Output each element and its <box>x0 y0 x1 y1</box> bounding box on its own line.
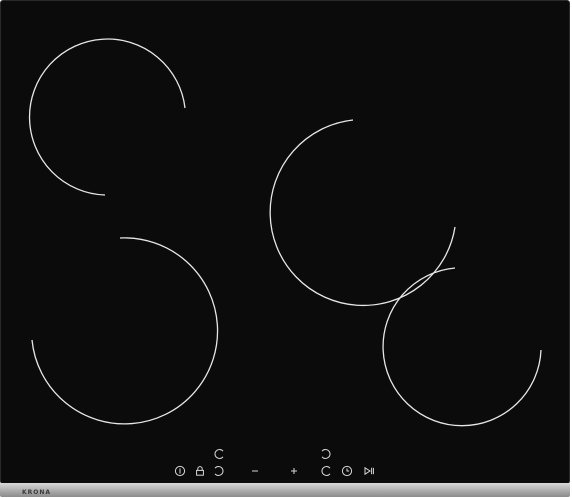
power-icon <box>174 465 186 477</box>
zone-select-button-lower-left[interactable] <box>212 464 226 478</box>
cooking-zone-top-left[interactable] <box>28 38 186 196</box>
zone-select-icon <box>321 449 331 459</box>
steel-frame <box>0 483 570 497</box>
zone-select-icon <box>214 466 224 476</box>
zone-select-button-upper-right[interactable] <box>319 447 333 461</box>
play-pause-button[interactable] <box>362 464 376 478</box>
play-pause-icon <box>364 466 374 476</box>
cooking-zones <box>28 38 542 427</box>
zone-select-button-upper-left[interactable] <box>212 447 226 461</box>
brand-logo: KRONA <box>22 488 52 496</box>
timer-button[interactable] <box>340 464 354 478</box>
cooking-zone-top-right[interactable] <box>269 119 456 307</box>
cooking-zone-bottom-left[interactable] <box>31 237 219 425</box>
minus-icon <box>252 470 258 472</box>
child-lock-button[interactable] <box>193 464 207 478</box>
timer-icon <box>341 465 353 477</box>
plus-icon <box>291 468 297 474</box>
plus-button[interactable] <box>287 464 301 478</box>
zone-select-icon <box>214 449 224 459</box>
cooking-zone-bottom-right[interactable] <box>382 267 542 427</box>
lock-icon <box>196 466 204 476</box>
zone-select-icon <box>321 466 331 476</box>
minus-button[interactable] <box>248 464 262 478</box>
cooktop: KRONA <box>0 0 572 498</box>
power-button[interactable] <box>173 464 187 478</box>
zone-select-button-lower-right[interactable] <box>319 464 333 478</box>
